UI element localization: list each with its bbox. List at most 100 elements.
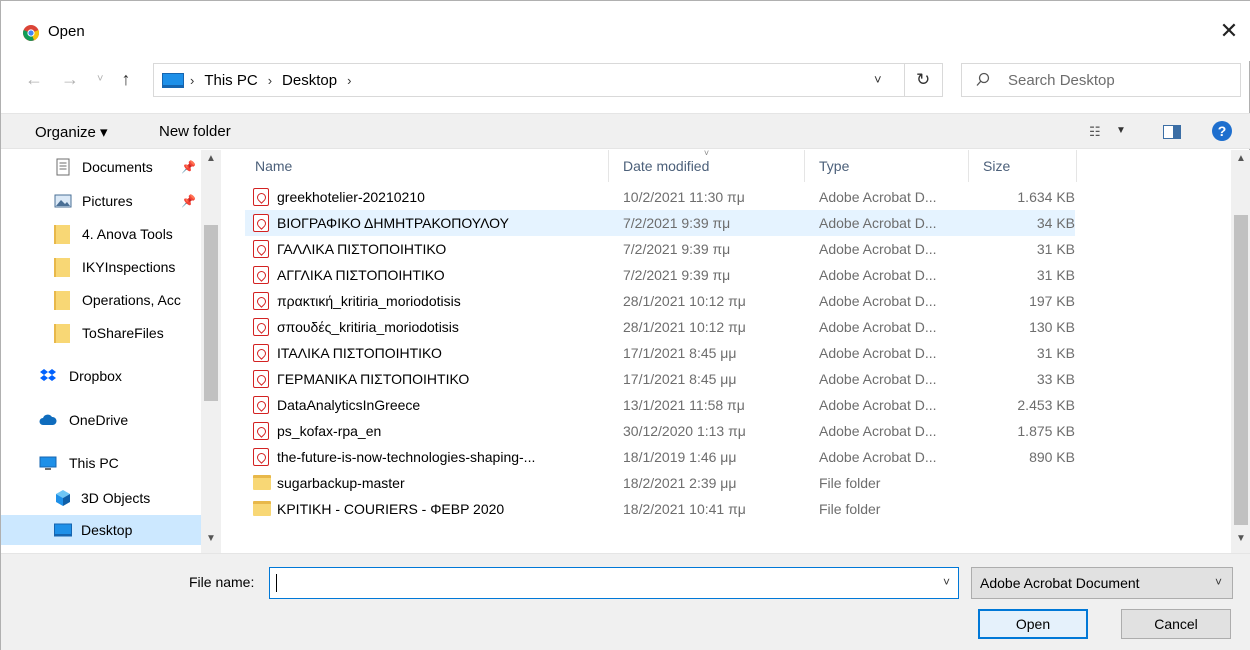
change-view-icon[interactable]: ☷ [1089,124,1101,140]
refresh-icon[interactable]: ↻ [916,70,930,90]
address-dropdown-chevron-icon[interactable]: ˅ [874,72,882,87]
close-icon: ✕ [1219,18,1239,43]
sidebar-item-3d-objects[interactable]: 3D Objects [1,483,201,513]
file-row[interactable]: sugarbackup-master 18/2/2021 2:39 μμ File … [245,470,1075,496]
scroll-down-icon[interactable]: ▼ [206,533,216,544]
file-name-input[interactable]: ˅ [269,567,959,599]
folder-icon [253,475,271,490]
pdf-file-icon [253,266,269,284]
sidebar-item-desktop[interactable]: Desktop [1,515,201,545]
file-list-scrollbar[interactable]: ▲ ▼ [1231,150,1250,553]
sidebar-item-operations[interactable]: Operations, Acc [1,285,201,315]
pin-icon[interactable]: 📌 [181,160,196,174]
view-dropdown-chevron-icon[interactable]: ▼ [1116,125,1126,136]
column-header-size[interactable]: Size [969,150,1077,182]
cancel-button[interactable]: Cancel [1121,609,1231,639]
breadcrumb-separator-icon[interactable]: › [347,73,351,88]
folder-icon [54,324,70,343]
file-name: the-future-is-now-technologies-shaping-.… [277,449,536,465]
sidebar-item-anova-tools[interactable]: 4. Anova Tools [1,219,201,249]
file-name: σπουδές_kritiria_moriodotisis [277,319,459,335]
search-placeholder: Search Desktop [1008,72,1115,89]
pin-icon[interactable]: 📌 [181,194,196,208]
sidebar-item-tosharefiles[interactable]: ToShareFiles [1,318,201,348]
file-type: Adobe Acrobat D... [819,241,937,257]
file-name: ΓΕΡΜΑΝΙΚΑ ΠΙΣΤΟΠΟΙΗΤΙΚΟ [277,371,470,387]
file-row[interactable]: ΓΕΡΜΑΝΙΚΑ ΠΙΣΤΟΠΟΙΗΤΙΚΟ 17/1/2021 8:45 μμ… [245,366,1075,392]
file-row[interactable]: ΒΙΟΓΡΑΦΙΚΟ ΔΗΜΗΤΡΑΚΟΠΟΥΛΟΥ 7/2/2021 9:39 … [245,210,1075,236]
organize-button[interactable]: Organize ▾ [35,123,108,141]
file-row[interactable]: the-future-is-now-technologies-shaping-.… [245,444,1075,470]
file-size: 31 KB [1036,241,1075,257]
file-row[interactable]: greekhotelier-20210210 10/2/2021 11:30 πμ… [245,184,1075,210]
file-size: 1.875 KB [1017,423,1075,439]
pc-icon [39,456,57,470]
file-row[interactable]: ΙΤΑΛΙΚΑ ΠΙΣΤΟΠΟΙΗΤΙΚΟ 17/1/2021 8:45 μμ Ad… [245,340,1075,366]
forward-arrow-icon[interactable]: → [61,69,79,90]
file-name: greekhotelier-20210210 [277,189,425,205]
sidebar-item-onedrive[interactable]: OneDrive [1,405,201,435]
file-size: 197 KB [1029,293,1075,309]
recent-locations-chevron-icon[interactable]: ˅ [97,73,103,85]
file-size: 2.453 KB [1017,397,1075,413]
help-icon[interactable]: ? [1212,121,1232,141]
file-row[interactable]: σπουδές_kritiria_moriodotisis 28/1/2021 1… [245,314,1075,340]
sidebar-item-dropbox[interactable]: Dropbox [1,361,201,391]
dropbox-icon [40,369,56,381]
file-type-select[interactable]: Adobe Acrobat Document ˅ [971,567,1233,599]
file-row[interactable]: ps_kofax-rpa_en 30/12/2020 1:13 πμ Adobe A… [245,418,1075,444]
back-arrow-icon[interactable]: ← [25,69,43,90]
scroll-down-icon[interactable]: ▼ [1236,533,1246,544]
file-name: πρακτική_kritiria_moriodotisis [277,293,461,309]
scrollbar-thumb[interactable] [204,225,218,401]
address-bar[interactable]: › This PC › Desktop › ˅ ↻ [153,63,943,97]
breadcrumb-desktop[interactable]: Desktop [282,72,337,89]
column-header-date-modified[interactable]: ˅ Date modified [609,150,805,182]
column-header-name[interactable]: Name [241,150,609,182]
folder-icon [54,225,70,244]
new-folder-button[interactable]: New folder [159,123,231,140]
sidebar-item-ikyinspections[interactable]: IKYInspections [1,252,201,282]
file-date-modified: 10/2/2021 11:30 πμ [623,189,745,205]
up-arrow-icon[interactable]: ↑ [121,69,130,90]
scroll-up-icon[interactable]: ▲ [1236,153,1246,164]
scrollbar-thumb[interactable] [1234,215,1248,525]
search-input[interactable]: Search Desktop [961,63,1241,97]
preview-pane-icon[interactable] [1163,125,1181,139]
file-row[interactable]: ΚΡΙΤΙΚΗ - COURIERS - ΦΕΒΡ 2020 18/2/2021 … [245,496,1075,522]
file-type: Adobe Acrobat D... [819,423,937,439]
open-button[interactable]: Open [978,609,1088,639]
file-row[interactable]: ΑΓΓΛΙΚΑ ΠΙΣΤΟΠΟΙΗΤΙΚΟ 7/2/2021 9:39 πμ Ado… [245,262,1075,288]
close-button[interactable]: ✕ [1213,15,1245,47]
sidebar-item-pictures[interactable]: Pictures 📌 [1,186,201,216]
file-date-modified: 18/2/2021 2:39 μμ [623,475,737,491]
folder-icon [253,501,271,516]
scroll-up-icon[interactable]: ▲ [206,153,216,164]
breadcrumb-this-pc[interactable]: This PC [204,72,257,89]
file-row[interactable]: ΓΑΛΛΙΚΑ ΠΙΣΤΟΠΟΙΗΤΙΚΟ 7/2/2021 9:39 πμ Ado… [245,236,1075,262]
pdf-file-icon [253,188,269,206]
file-name-label: File name: [189,574,255,590]
file-type: Adobe Acrobat D... [819,189,937,205]
file-date-modified: 17/1/2021 8:45 μμ [623,371,737,387]
column-header-type[interactable]: Type [805,150,969,182]
file-date-modified: 28/1/2021 10:12 πμ [623,319,746,335]
sidebar-item-documents[interactable]: Documents 📌 [1,152,201,182]
breadcrumb-separator-icon[interactable]: › [268,73,272,88]
file-size: 31 KB [1036,345,1075,361]
navigation-scrollbar[interactable]: ▲ ▼ [201,150,221,553]
file-name-dropdown-chevron-icon[interactable]: ˅ [943,575,950,589]
file-type: Adobe Acrobat D... [819,293,937,309]
file-size: 890 KB [1029,449,1075,465]
file-row[interactable]: DataAnalyticsInGreece 13/1/2021 11:58 πμ A… [245,392,1075,418]
sidebar-item-this-pc[interactable]: This PC [1,448,201,478]
file-row[interactable]: πρακτική_kritiria_moriodotisis 28/1/2021 … [245,288,1075,314]
dialog-footer: File name: ˅ Adobe Acrobat Document ˅ Op… [1,553,1250,650]
file-name: ps_kofax-rpa_en [277,423,382,439]
navigation-pane: Documents 📌 Pictures 📌 4. Anova Tools IK… [1,150,221,553]
file-size: 33 KB [1036,371,1075,387]
pdf-file-icon [253,370,269,388]
breadcrumb-separator-icon[interactable]: › [190,73,194,88]
desktop-icon [54,523,72,537]
open-file-dialog: Open ✕ ← → ˅ ↑ › This PC › Desktop › ˅ ↻ [0,0,1250,650]
